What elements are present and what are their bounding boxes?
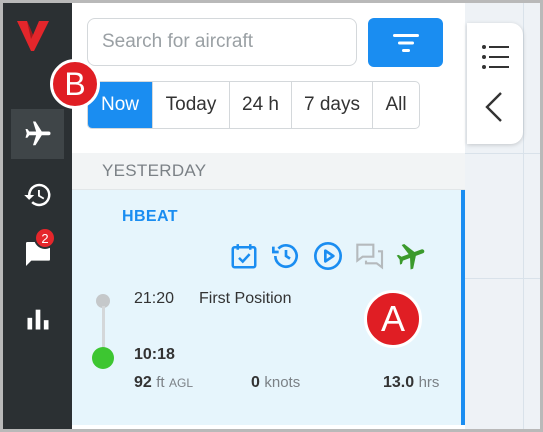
annotation-marker-a: A [364,290,422,348]
first-position-label: First Position [199,290,292,307]
airplane-icon [25,121,50,146]
speed-value: 0 [251,374,260,391]
nav-statistics[interactable] [11,294,64,344]
aircraft-panel: Now Today 24 h 7 days All YESTERDAY HBEA… [72,3,465,429]
timeline-live-dot [92,347,114,369]
history-icon [23,183,50,207]
altitude-value: 92 [134,374,152,391]
tab-today[interactable]: Today [153,82,230,128]
map-gridline [465,153,540,154]
play-icon[interactable] [311,239,344,272]
tab-7days[interactable]: 7 days [292,82,373,128]
altitude-unit: ft [156,374,165,391]
chat-icon[interactable] [353,239,386,272]
filter-icon [392,33,419,52]
calendar-icon[interactable] [227,239,260,272]
speed-unit: knots [264,374,301,391]
filter-button[interactable] [368,18,443,67]
map-gridline [465,278,540,279]
altitude-stat: 92 ft AGL [134,374,193,392]
annotation-marker-b: B [50,59,100,109]
aircraft-callsign[interactable]: HBEAT [122,208,178,226]
nav-history[interactable] [11,170,64,220]
tab-24h[interactable]: 24 h [230,82,292,128]
bar-chart-icon [27,309,48,330]
messages-badge: 2 [34,227,56,249]
aircraft-icon[interactable] [395,239,428,272]
section-header: YESTERDAY [72,153,465,190]
time-range-tabs: Now Today 24 h 7 days All [87,81,420,129]
first-position-time: 21:20 [134,290,175,307]
altitude-reference: AGL [169,376,194,390]
duration-value: 13.0 [383,374,415,391]
history-icon[interactable] [269,239,302,272]
search-box[interactable] [87,18,357,66]
last-position-time: 10:18 [134,346,175,363]
tab-all[interactable]: All [373,82,419,128]
speed-stat: 0 knots [251,374,300,392]
logo-icon[interactable] [15,15,51,55]
map-panel-toggle[interactable] [467,23,523,144]
chevron-left-icon[interactable] [475,87,515,127]
list-icon[interactable] [475,39,515,75]
duration-unit: hrs [418,374,440,391]
map-gridline [523,3,524,429]
app-window: 2 Now Today 24 [0,0,543,432]
card-actions [227,239,428,272]
duration-stat: 13.0 hrs [383,374,439,392]
nav-aircraft[interactable] [11,109,64,159]
search-input[interactable] [102,31,347,53]
